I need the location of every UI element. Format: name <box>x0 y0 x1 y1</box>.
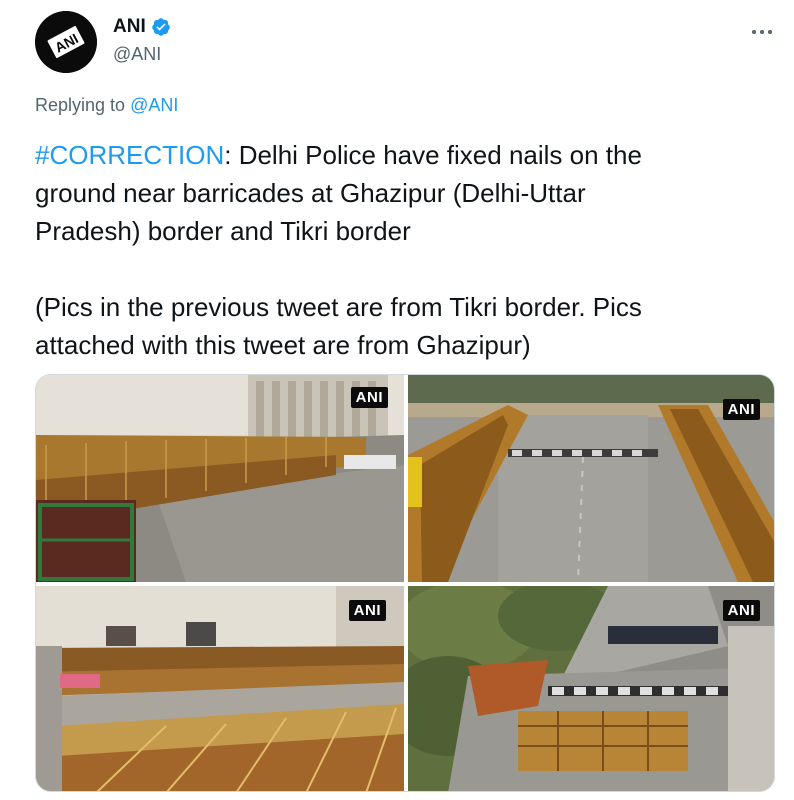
verified-badge-icon <box>151 18 170 36</box>
author-name-row: ANI <box>113 16 171 38</box>
tweet-text-line-1-rest: : Delhi Police have fixed nails on the <box>224 140 642 170</box>
ani-logo-icon: ANI <box>35 11 97 73</box>
media-grid: ANI ANI ANI ANI <box>35 374 775 792</box>
replying-to-prefix: Replying to <box>35 95 126 115</box>
reply-mention-link[interactable]: @ANI <box>130 95 178 115</box>
tweet-text-line-4: (Pics in the previous tweet are from Tik… <box>35 292 642 322</box>
ani-watermark: ANI <box>722 399 760 420</box>
replying-to: Replying to @ANI <box>35 95 178 116</box>
ani-watermark: ANI <box>348 600 386 621</box>
hashtag-link[interactable]: #CORRECTION <box>35 140 224 170</box>
photo-3[interactable]: ANI <box>36 586 404 791</box>
ani-watermark: ANI <box>722 600 760 621</box>
tweet: ANI ANI @ANI Replying to @ANI #CORRECTIO… <box>0 0 794 800</box>
avatar[interactable]: ANI <box>35 11 97 73</box>
author-handle[interactable]: @ANI <box>113 44 161 65</box>
photo-1[interactable]: ANI <box>36 375 404 582</box>
more-options-icon[interactable] <box>748 22 776 42</box>
tweet-text: #CORRECTION: Delhi Police have fixed nai… <box>35 136 775 364</box>
tweet-text-line-3: Pradesh) border and Tikri border <box>35 216 411 246</box>
photo-2[interactable]: ANI <box>408 375 774 582</box>
tweet-text-line-1: #CORRECTION: Delhi Police have fixed nai… <box>35 136 775 174</box>
tweet-text-line-2: ground near barricades at Ghazipur (Delh… <box>35 178 586 208</box>
tweet-text-line-5: attached with this tweet are from Ghazip… <box>35 330 531 360</box>
ani-watermark: ANI <box>350 387 388 408</box>
photo-4[interactable]: ANI <box>408 586 774 791</box>
author-display-name[interactable]: ANI <box>113 16 146 38</box>
